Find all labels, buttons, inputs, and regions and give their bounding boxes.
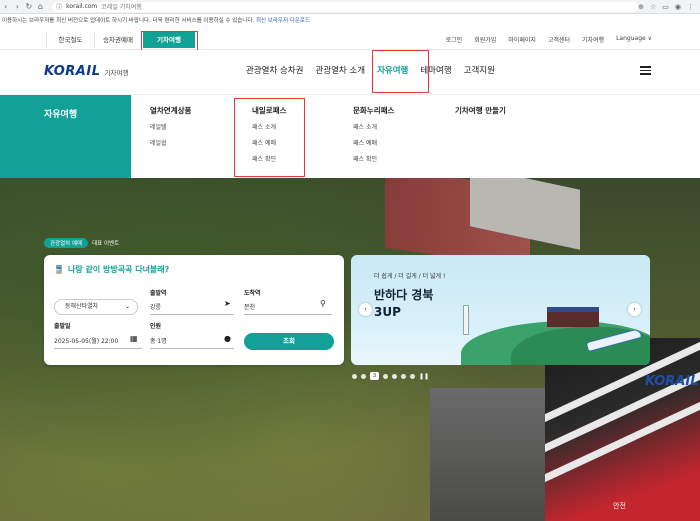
mega-menu-side: 자유여행 bbox=[0, 95, 131, 179]
loco-warning: 안전 bbox=[613, 502, 626, 510]
highlight-box-site-tab bbox=[141, 31, 198, 51]
train-select-value: 동해산타열차 bbox=[65, 303, 99, 310]
home-icon[interactable]: ⌂ bbox=[35, 2, 47, 11]
language-select[interactable]: Language ∨ bbox=[616, 35, 652, 44]
forward-icon[interactable]: › bbox=[12, 2, 24, 11]
notice-link[interactable]: 최신 브라우저 다운로드 bbox=[256, 18, 310, 24]
reload-icon[interactable]: ↻ bbox=[23, 2, 35, 11]
promo-temple bbox=[547, 307, 599, 327]
carousel-dot[interactable] bbox=[392, 373, 397, 379]
arrival-field[interactable]: 분천 bbox=[244, 302, 332, 315]
menu-item-culture-intro[interactable]: 패스 소개 bbox=[353, 122, 394, 131]
browser-notice: 이용하시는 브라우저를 최신 버전으로 업데이트 하시기 바랍니다. 더욱 편리… bbox=[0, 14, 700, 28]
train-icon: 🚆 bbox=[54, 265, 64, 274]
login-link[interactable]: 로그인 bbox=[446, 35, 463, 44]
carousel-dot[interactable] bbox=[401, 373, 406, 379]
site-info-icon[interactable]: ⓘ bbox=[56, 2, 62, 11]
departure-field[interactable]: 강릉 bbox=[150, 302, 234, 315]
menu-item-railship[interactable]: 레일쉽 bbox=[150, 138, 191, 147]
carousel-dot[interactable] bbox=[352, 373, 357, 379]
menu-col-culture-pass: 문화누리패스 패스 소개 패스 예매 패스 확인 bbox=[353, 105, 394, 170]
carousel-pause-icon[interactable]: ❚❚ bbox=[419, 373, 429, 380]
logo-subtitle: 기차여행 bbox=[104, 69, 129, 77]
profile-icon[interactable]: ◉ bbox=[675, 3, 681, 11]
menu-dots-icon[interactable]: ⋮ bbox=[687, 3, 694, 11]
booking-card: 🚆 나랑 같이 방방곡곡 다녀볼래? 동해산타열차 ⌄ 출발역 강릉 ➤ 도착역… bbox=[44, 255, 344, 365]
promo-title-line2: 3UP bbox=[374, 305, 401, 319]
person-icon[interactable]: ● bbox=[224, 334, 231, 343]
nav-tourist-tickets[interactable]: 관광열차 승차권 bbox=[240, 50, 309, 94]
mega-menu-title: 자유여행 bbox=[44, 110, 78, 120]
mega-menu: 자유여행 열차연계상품 레일텔 레일쉽 내일로패스 패스 소개 패스 예매 패스… bbox=[0, 94, 700, 179]
promo-tagline: 더 쉽게 / 더 길게 / 더 넓게 ! bbox=[374, 273, 446, 280]
url-text: korail.com bbox=[66, 3, 98, 10]
hamburger-menu-icon[interactable] bbox=[640, 66, 651, 75]
hero-bridge bbox=[430, 388, 560, 521]
notice-text: 이용하시는 브라우저를 최신 버전으로 업데이트 하시기 바랍니다. 더욱 편리… bbox=[2, 18, 255, 24]
carousel-dot[interactable] bbox=[361, 373, 366, 379]
address-bar[interactable]: ⓘ korail.com 코레일 기차여행 bbox=[52, 1, 639, 12]
highlight-box-nav bbox=[372, 50, 429, 93]
menu-heading-make-trip[interactable]: 기차여행 만들기 bbox=[455, 105, 506, 116]
people-field[interactable]: 총 1명 bbox=[150, 336, 234, 349]
carousel-dot-current[interactable]: 3 bbox=[370, 372, 379, 380]
chip-featured-event[interactable]: 대표 이벤트 bbox=[92, 239, 119, 247]
back-icon[interactable]: ‹ bbox=[0, 2, 12, 11]
train-select[interactable]: 동해산타열차 ⌄ bbox=[54, 299, 138, 315]
translate-icon[interactable]: ⊕ bbox=[638, 3, 644, 11]
promo-lighthouse bbox=[463, 305, 469, 335]
people-label: 인원 bbox=[150, 323, 162, 330]
date-field[interactable]: 2025-05-05(월) 22:00 bbox=[54, 336, 142, 349]
highlight-box-naeilro bbox=[234, 98, 305, 177]
korail-logo[interactable]: KORAIL 기차여행 bbox=[44, 64, 128, 79]
site-tab-ticket[interactable]: 승차권예매 bbox=[94, 32, 142, 48]
tab-title: 코레일 기차여행 bbox=[101, 4, 142, 11]
promo-title: 반하다 경북 3UP bbox=[374, 287, 433, 321]
carousel-dot[interactable] bbox=[383, 373, 388, 379]
bookmark-star-icon[interactable]: ☆ bbox=[650, 3, 656, 11]
hero-locomotive: KORAIL 안전 bbox=[545, 338, 700, 521]
search-button[interactable]: 조회 bbox=[244, 333, 334, 350]
chip-tourist-booking[interactable]: 관광열차 예매 bbox=[44, 238, 89, 248]
utility-bar: 한국철도 승차권예매 기차여행 로그인 회원가입 마이페이지 고객센터 기차여행… bbox=[0, 28, 700, 51]
nav-support[interactable]: 고객지원 bbox=[458, 50, 501, 94]
site-header: KORAIL 기차여행 관광열차 승차권 관광열차 소개 자유여행 테마여행 고… bbox=[0, 50, 700, 94]
menu-col-rail-packages: 열차연계상품 레일텔 레일쉽 bbox=[150, 105, 191, 154]
map-pin-icon[interactable]: ⚲ bbox=[320, 299, 326, 308]
carousel-prev-icon[interactable]: ‹ bbox=[359, 303, 372, 316]
signup-link[interactable]: 회원가입 bbox=[474, 35, 496, 44]
promo-title-line1: 반하다 경북 bbox=[374, 288, 434, 302]
location-arrow-icon[interactable]: ➤ bbox=[224, 299, 231, 308]
site-tab-korail[interactable]: 한국철도 bbox=[46, 32, 94, 48]
booking-heading: 🚆 나랑 같이 방방곡곡 다녀볼래? bbox=[54, 264, 169, 275]
menu-heading-rail-packages[interactable]: 열차연계상품 bbox=[150, 105, 191, 116]
departure-label: 출발역 bbox=[150, 290, 167, 297]
mypage-link[interactable]: 마이페이지 bbox=[508, 35, 536, 44]
carousel-next-icon[interactable]: › bbox=[628, 303, 641, 316]
browser-toolbar: ‹ › ↻ ⌂ ⓘ korail.com 코레일 기차여행 ⊕ ☆ ▭ ◉ ⋮ bbox=[0, 0, 700, 14]
calendar-icon[interactable]: ▦ bbox=[130, 334, 138, 343]
chevron-down-icon: ⌄ bbox=[124, 303, 130, 310]
menu-item-culture-check[interactable]: 패스 확인 bbox=[353, 154, 394, 163]
loco-brand: KORAIL bbox=[645, 374, 699, 389]
promo-banner[interactable]: 더 쉽게 / 더 길게 / 더 넓게 ! 반하다 경북 3UP ‹ › bbox=[351, 255, 650, 365]
tab-icon[interactable]: ▭ bbox=[662, 3, 669, 11]
main-nav: 관광열차 승차권 관광열차 소개 자유여행 테마여행 고객지원 bbox=[240, 50, 501, 94]
logo-mark: KORAIL bbox=[44, 64, 101, 79]
booking-chips: 관광열차 예매 대표 이벤트 bbox=[44, 238, 119, 248]
arrival-label: 도착역 bbox=[244, 290, 261, 297]
travel-link[interactable]: 기차여행 bbox=[582, 35, 604, 44]
date-label: 출발일 bbox=[54, 323, 71, 330]
customer-center-link[interactable]: 고객센터 bbox=[548, 35, 570, 44]
menu-col-make-trip: 기차여행 만들기 bbox=[455, 105, 506, 122]
carousel-dot[interactable] bbox=[410, 373, 415, 379]
nav-tourist-intro[interactable]: 관광열차 소개 bbox=[309, 50, 371, 94]
menu-item-culture-book[interactable]: 패스 예매 bbox=[353, 138, 394, 147]
booking-heading-text: 나랑 같이 방방곡곡 다녀볼래? bbox=[67, 265, 170, 274]
carousel-dots: 3 ❚❚ bbox=[352, 372, 429, 380]
menu-item-railtel[interactable]: 레일텔 bbox=[150, 122, 191, 131]
menu-heading-culture-pass[interactable]: 문화누리패스 bbox=[353, 105, 394, 116]
